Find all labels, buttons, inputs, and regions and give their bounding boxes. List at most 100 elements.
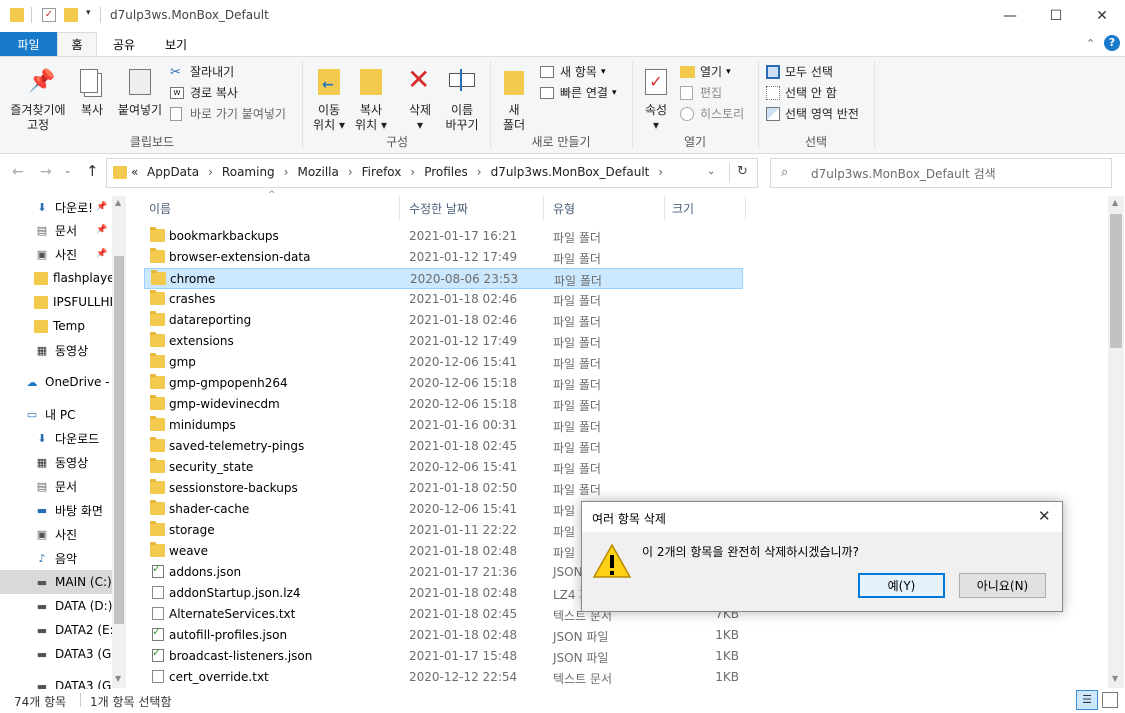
folder-icon [150,500,165,515]
file-row[interactable]: broadcast-listeners.json 2021-01-17 15:48… [144,646,743,667]
nav-item[interactable]: ⬇ 다운로드 [0,426,112,450]
yes-button[interactable]: 예(Y) [858,573,945,598]
nav-item[interactable]: ▦ 동영상 [0,450,112,474]
nav-item[interactable]: ▬ DATA (D:) [0,594,112,618]
nav-item[interactable]: ♪ 음악 [0,546,112,570]
file-row[interactable]: autofill-profiles.json 2021-01-18 02:48 JS… [144,625,743,646]
search-box[interactable]: ⌕ d7ulp3ws.MonBox_Default 검색 [770,158,1112,188]
download-icon: ⬇ [37,200,47,214]
address-bar[interactable]: « AppData › Roaming › Mozilla › Firefox › Pr… [106,158,758,188]
ribbon-tabs: 파일 홈 공유 보기 ⌃ ? [0,32,1125,56]
breadcrumb-item[interactable]: Roaming [222,165,275,179]
column-header-modified[interactable]: 수정한 날짜 [401,196,544,220]
refresh-icon[interactable]: ↻ [737,164,748,179]
nav-item[interactable]: Temp [0,314,112,338]
nav-item[interactable]: ▦ 동영상 [0,338,112,362]
tab-file[interactable]: 파일 [0,32,57,56]
move-to-button[interactable]: ← 이동 위치 ▾ [308,63,350,133]
file-row[interactable]: security_state 2020-12-06 15:41 파일 폴더 [144,457,743,478]
file-row[interactable]: minidumps 2021-01-16 00:31 파일 폴더 [144,415,743,436]
select-all-button[interactable]: 모두 선택 [766,63,833,81]
select-none-button[interactable]: 선택 안 함 [766,84,837,102]
properties-quick-icon[interactable]: ✓ [42,8,56,22]
nav-item[interactable]: ☁ OneDrive - [0,370,112,394]
nav-item[interactable]: ▬ 바탕 화면 [0,498,112,522]
collapse-ribbon-icon[interactable]: ⌃ [1086,37,1095,50]
up-arrow-icon[interactable]: ↑ [86,162,99,180]
help-icon[interactable]: ? [1104,35,1120,51]
folder-icon [150,227,165,242]
breadcrumb-item[interactable]: Profiles [424,165,468,179]
breadcrumb-item[interactable]: Mozilla [297,165,338,179]
minimize-button[interactable]: — [987,0,1033,32]
large-icons-view-icon[interactable] [1102,692,1118,708]
rename-button[interactable]: 이름 바꾸기 [440,63,484,133]
tab-home[interactable]: 홈 [57,32,97,56]
file-size: 1KB [715,670,739,684]
new-item-button[interactable]: 새 항목 ▾ [540,63,605,81]
quick-access-dropdown-icon[interactable]: ▾ [86,8,91,18]
breadcrumb-overflow[interactable]: « [131,165,138,179]
paste-icon [129,69,151,95]
open-button[interactable]: 열기 ▾ [680,63,731,81]
details-view-icon[interactable]: ☰ [1076,690,1098,710]
pin-quick-access-button[interactable]: 📌 즐겨찾기에 고정 [4,63,72,133]
file-row[interactable]: saved-telemetry-pings 2021-01-18 02:45 파일 … [144,436,743,457]
tab-share[interactable]: 공유 [100,32,148,56]
breadcrumb-item[interactable]: AppData [147,165,199,179]
breadcrumb-item[interactable]: Firefox [362,165,402,179]
column-header-type[interactable]: 유형 [545,196,665,220]
recent-locations-icon[interactable]: ⌄ [64,166,72,176]
nav-scrollbar[interactable]: ▲ ▼ [112,196,126,688]
file-row[interactable]: gmp-widevinecdm 2020-12-06 15:18 파일 폴더 [144,394,743,415]
file-row[interactable]: sessionstore-backups 2021-01-18 02:50 파일 폴… [144,478,743,499]
breadcrumb-item[interactable]: d7ulp3ws.MonBox_Default [491,165,650,179]
file-row[interactable]: gmp-gmpopenh264 2020-12-06 15:18 파일 폴더 [144,373,743,394]
history-button[interactable]: 히스토리 [680,105,744,123]
file-row[interactable]: crashes 2021-01-18 02:46 파일 폴더 [144,289,743,310]
properties-button[interactable]: ✓ 속성 ▾ [636,63,676,133]
nav-item[interactable]: flashplayer [0,266,112,290]
copy-path-button[interactable]: W 경로 복사 [170,84,238,102]
nav-item[interactable]: ▬ MAIN (C:) [0,570,112,594]
nav-item[interactable]: ▬ DATA3 (G: [0,642,112,666]
file-row[interactable]: extensions 2021-01-12 17:49 파일 폴더 [144,331,743,352]
file-name: extensions [169,334,234,348]
invert-selection-button[interactable]: 선택 영역 반전 [766,105,859,123]
new-folder-button[interactable]: 새 폴더 [494,63,534,133]
file-row[interactable]: browser-extension-data 2021-01-12 17:49 파일… [144,247,743,268]
easy-access-button[interactable]: 빠른 연결 ▾ [540,84,617,102]
copy-to-button[interactable]: 복사 위치 ▾ [350,63,392,133]
maximize-button[interactable]: ☐ [1033,0,1079,32]
paste-shortcut-button[interactable]: 바로 가기 붙여넣기 [170,105,286,123]
nav-item[interactable]: ▬ DATA2 (E: [0,618,112,642]
nav-item[interactable]: ▣ 사진 [0,522,112,546]
file-list-scrollbar[interactable]: ▲ ▼ [1108,196,1124,688]
column-header-size[interactable]: 크기 [666,196,746,220]
nav-item[interactable]: ▤ 문서 [0,474,112,498]
close-button[interactable]: ✕ [1079,0,1125,32]
nav-item[interactable]: ⬇ 다운로! 📌 [0,195,112,219]
file-type: 파일 폴더 [553,336,601,350]
paste-button[interactable]: 붙여넣기 [114,63,166,133]
forward-arrow-icon[interactable]: → [40,164,52,180]
file-row[interactable]: datareporting 2021-01-18 02:46 파일 폴더 [144,310,743,331]
address-dropdown-icon[interactable]: ⌄ [707,166,715,177]
file-row[interactable]: cert_override.txt 2020-12-12 22:54 텍스트 문서 1… [144,667,743,688]
dialog-close-icon[interactable]: ✕ [1038,507,1051,525]
no-button[interactable]: 아니요(N) [959,573,1046,598]
nav-item[interactable]: IPSFULLHD [0,290,112,314]
copy-button[interactable]: 복사 [72,63,112,133]
nav-item[interactable]: ▭ 내 PC [0,402,112,426]
tab-view[interactable]: 보기 [150,32,202,56]
nav-item[interactable]: ▤ 문서 📌 [0,218,112,242]
new-folder-quick-icon[interactable] [64,8,78,22]
file-row[interactable]: gmp 2020-12-06 15:41 파일 폴더 [144,352,743,373]
back-arrow-icon[interactable]: ← [12,164,24,180]
cut-button[interactable]: ✂ 잘라내기 [170,63,234,81]
file-row[interactable]: bookmarkbackups 2021-01-17 16:21 파일 폴더 [144,226,743,247]
file-row[interactable]: chrome 2020-08-06 23:53 파일 폴더 [144,268,743,289]
delete-button[interactable]: ✕ 삭제 ▾ [398,63,442,133]
nav-item[interactable]: ▣ 사진 📌 [0,242,112,266]
edit-button[interactable]: 편집 [680,84,722,102]
